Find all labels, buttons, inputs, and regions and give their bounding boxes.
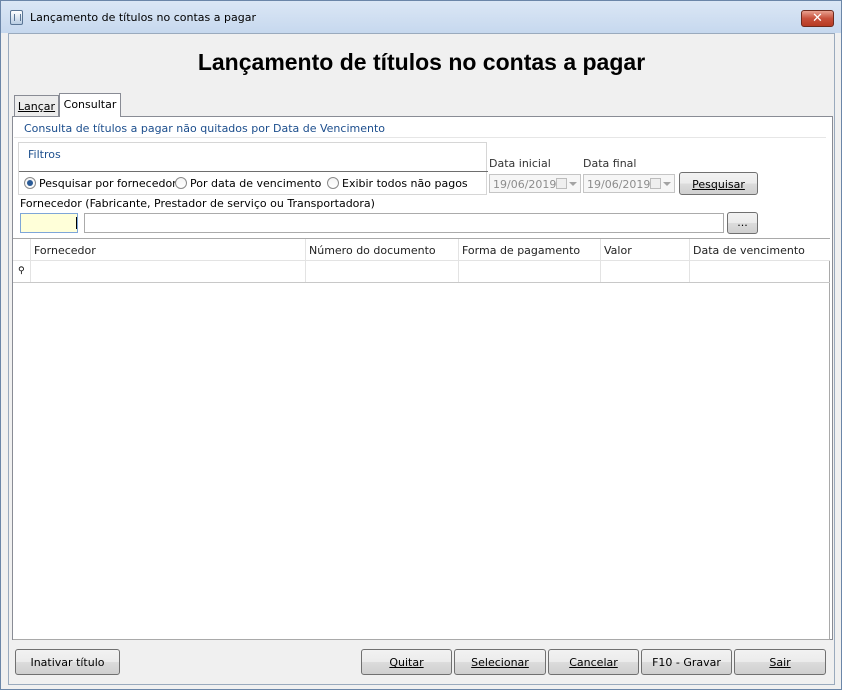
title-bar[interactable]: Lançamento de títulos no contas a pagar …	[1, 1, 841, 33]
col-header-data-vencimento[interactable]: Data de vencimento	[690, 239, 830, 261]
header-panel: Lançamento de títulos no contas a pagar	[10, 35, 833, 92]
table-cell[interactable]	[306, 261, 459, 282]
page-title: Lançamento de títulos no contas a pagar	[197, 49, 646, 75]
table-cell[interactable]	[459, 261, 601, 282]
section-subtitle-text: Consulta de títulos a pagar não quitados…	[24, 122, 386, 135]
inactivate-title-button[interactable]: Inativar título	[15, 649, 120, 675]
main-window: Lançamento de títulos no contas a pagar …	[0, 0, 842, 690]
filters-group: Filtros Pesquisar por fornecedor Por dat…	[18, 142, 488, 195]
filters-radio-row: Pesquisar por fornecedor Por data de ven…	[19, 171, 488, 195]
supplier-lookup-button[interactable]: ...	[727, 212, 758, 234]
grid-header: Fornecedor Número do documento Forma de …	[13, 239, 830, 261]
tab-lancar[interactable]: Lançar	[14, 95, 59, 117]
lookup-button-label: ...	[737, 216, 748, 229]
close-button[interactable]: ✕	[801, 10, 834, 27]
select-button-label: Selecionar	[471, 656, 529, 669]
col-header-valor[interactable]: Valor	[601, 239, 690, 261]
table-cell[interactable]	[690, 261, 830, 282]
consultar-panel: Consulta de títulos a pagar não quitados…	[12, 116, 833, 640]
supplier-name-input[interactable]	[84, 213, 724, 233]
table-cell[interactable]	[601, 261, 690, 282]
calendar-icon	[650, 178, 661, 189]
app-icon	[10, 10, 23, 25]
save-button-label: F10 - Gravar	[652, 656, 721, 669]
col-header-label: Fornecedor	[34, 244, 96, 257]
search-button[interactable]: Pesquisar	[679, 172, 758, 195]
end-date-label: Data final	[583, 157, 637, 170]
radio-dot	[327, 177, 339, 189]
start-date-input[interactable]: 19/06/2019	[489, 174, 581, 193]
start-date-label: Data inicial	[489, 157, 551, 170]
search-button-label: Pesquisar	[692, 178, 745, 191]
table-row[interactable]: ⚲	[13, 261, 830, 283]
radio-dot	[24, 177, 36, 189]
quitar-button-label: Quitar	[389, 656, 424, 669]
end-date-input[interactable]: 19/06/2019	[583, 174, 675, 193]
supplier-code-input[interactable]	[20, 213, 78, 233]
col-header-forma-pagamento[interactable]: Forma de pagamento	[459, 239, 601, 261]
close-icon: ✕	[812, 11, 823, 26]
grid-header-indicator	[13, 239, 31, 261]
col-header-numero-documento[interactable]: Número do documento	[306, 239, 459, 261]
col-header-label: Forma de pagamento	[462, 244, 581, 257]
exit-button[interactable]: Sair	[734, 649, 826, 675]
cancel-button-label: Cancelar	[569, 656, 618, 669]
col-header-label: Valor	[604, 244, 632, 257]
radio-label: Por data de vencimento	[190, 177, 322, 190]
quitar-button[interactable]: Quitar	[361, 649, 452, 675]
tab-consultar[interactable]: Consultar	[59, 93, 121, 117]
chevron-down-icon	[663, 182, 671, 186]
start-date-value: 19/06/2019	[493, 178, 557, 191]
window-content: Lançamento de títulos no contas a pagar …	[8, 33, 835, 685]
radio-label: Exibir todos não pagos	[342, 177, 468, 190]
section-subtitle: Consulta de títulos a pagar não quitados…	[14, 118, 826, 138]
end-date-value: 19/06/2019	[587, 178, 651, 191]
cancel-button[interactable]: Cancelar	[548, 649, 639, 675]
titles-grid[interactable]: Fornecedor Número do documento Forma de …	[13, 238, 830, 640]
filters-label: Filtros	[28, 148, 61, 161]
col-header-label: Número do documento	[309, 244, 436, 257]
window-title: Lançamento de títulos no contas a pagar	[30, 11, 256, 24]
save-button[interactable]: F10 - Gravar	[641, 649, 732, 675]
select-button[interactable]: Selecionar	[454, 649, 546, 675]
tab-lancar-label: Lançar	[17, 100, 56, 113]
exit-button-label: Sair	[769, 656, 791, 669]
radio-dot	[175, 177, 187, 189]
chevron-down-icon	[569, 182, 577, 186]
supplier-label: Fornecedor (Fabricante, Prestador de ser…	[20, 197, 375, 210]
table-cell[interactable]	[31, 261, 306, 282]
col-header-label: Data de vencimento	[693, 244, 805, 257]
tab-consultar-label: Consultar	[63, 98, 117, 111]
col-header-fornecedor[interactable]: Fornecedor	[31, 239, 306, 261]
new-row-icon: ⚲	[18, 266, 25, 276]
inactivate-button-label: Inativar título	[30, 656, 105, 669]
new-row-indicator: ⚲	[13, 261, 31, 282]
calendar-icon	[556, 178, 567, 189]
radio-label: Pesquisar por fornecedor	[39, 177, 177, 190]
